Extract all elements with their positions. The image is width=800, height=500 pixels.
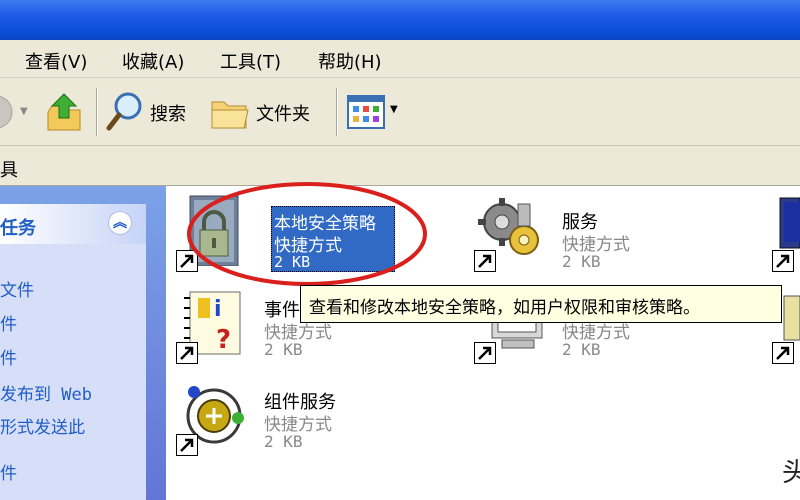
collapse-chevron-icon[interactable]: ︽ bbox=[108, 211, 132, 235]
shortcut-arrow-icon bbox=[176, 434, 198, 456]
folder-icon bbox=[211, 101, 249, 129]
views-dropdown-icon: ▼ bbox=[390, 104, 398, 115]
task-link-publish-web[interactable]: 发布到 Web bbox=[0, 380, 92, 405]
file-item-services[interactable]: 服务 快捷方式 2 KB bbox=[474, 194, 674, 284]
toolbar-separator bbox=[96, 88, 98, 136]
task-panel-header[interactable]: 任务 ︽ bbox=[0, 204, 146, 244]
shortcut-arrow-icon bbox=[176, 342, 198, 364]
shortcut-arrow-icon bbox=[772, 342, 794, 364]
address-label: 具 bbox=[0, 160, 18, 181]
item-size: 2 KB bbox=[562, 252, 601, 271]
folders-button[interactable]: 文件夹 bbox=[210, 88, 330, 136]
annotation-circle bbox=[187, 182, 427, 286]
forward-button[interactable] bbox=[0, 94, 16, 130]
task-panel: 任务 ︽ 文件 件 件 发布到 Web 形式发送此 件 bbox=[0, 204, 146, 500]
up-folder-icon bbox=[47, 93, 81, 131]
task-panel-title: 任务 bbox=[0, 218, 36, 239]
menu-view[interactable]: 查看(V) bbox=[25, 48, 87, 74]
search-button[interactable]: 搜索 bbox=[106, 88, 196, 136]
task-link[interactable]: 件 bbox=[0, 310, 17, 335]
file-item-component-services[interactable]: 组件服务 快捷方式 2 KB bbox=[176, 378, 436, 468]
item-size: 2 KB bbox=[562, 340, 601, 359]
item-size: 2 KB bbox=[264, 432, 303, 451]
toolbar: ▼ 搜索 文件夹 ▼ bbox=[0, 78, 800, 146]
shortcut-arrow-icon bbox=[474, 342, 496, 364]
svg-text:i: i bbox=[214, 297, 222, 322]
task-link-send[interactable]: 形式发送此 bbox=[0, 413, 85, 438]
window-titlebar[interactable] bbox=[0, 0, 800, 40]
toolbar-separator bbox=[336, 88, 338, 136]
task-link[interactable]: 件 bbox=[0, 344, 17, 369]
up-folder-button[interactable] bbox=[44, 90, 84, 134]
folders-label: 文件夹 bbox=[256, 104, 310, 125]
task-link[interactable]: 件 bbox=[0, 459, 17, 484]
views-button[interactable]: ▼ bbox=[346, 94, 402, 130]
search-label: 搜索 bbox=[150, 104, 186, 125]
shortcut-arrow-icon bbox=[772, 250, 794, 272]
dropdown-arrow-icon[interactable]: ▼ bbox=[20, 106, 28, 117]
file-item-partial[interactable] bbox=[772, 194, 800, 284]
search-magnifier-icon bbox=[106, 92, 142, 131]
menu-bar: 查看(V) 收藏(A) 工具(T) 帮助(H) bbox=[0, 40, 800, 78]
item-size: 2 KB bbox=[264, 340, 303, 359]
shortcut-arrow-icon bbox=[474, 250, 496, 272]
watermark-text: 头 bbox=[782, 458, 800, 488]
task-link[interactable]: 文件 bbox=[0, 276, 34, 301]
forward-arrow-icon bbox=[0, 95, 13, 129]
menu-help[interactable]: 帮助(H) bbox=[318, 48, 382, 74]
views-grid-icon bbox=[347, 95, 385, 129]
svg-text:?: ? bbox=[216, 325, 231, 355]
tooltip: 查看和修改本地安全策略，如用户权限和审核策略。 bbox=[300, 285, 782, 323]
task-pane: 任务 ︽ 文件 件 件 发布到 Web 形式发送此 件 bbox=[0, 186, 166, 500]
menu-favorites[interactable]: 收藏(A) bbox=[122, 48, 184, 74]
menu-tools[interactable]: 工具(T) bbox=[220, 48, 281, 74]
